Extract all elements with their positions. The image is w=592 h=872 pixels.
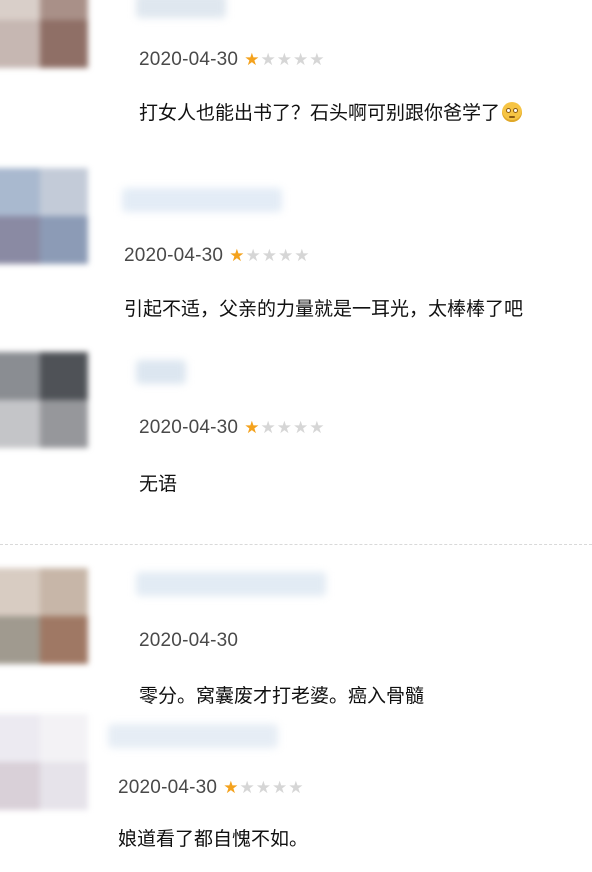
star-filled-icon: ★: [244, 49, 260, 70]
comment-date: 2020-04-30: [139, 630, 239, 651]
star-empty-icon: ★: [309, 417, 325, 438]
comment-meta: 2020-04-30 ★ ★ ★ ★ ★: [124, 243, 310, 269]
username[interactable]: [108, 724, 278, 748]
star-empty-icon: ★: [292, 49, 309, 70]
comment-meta: 2020-04-30: [139, 628, 244, 654]
star-empty-icon: ★: [245, 245, 261, 266]
face-with-rolling-eyes-icon: [502, 102, 523, 122]
star-empty-icon: ★: [255, 777, 271, 798]
star-empty-icon: ★: [288, 777, 304, 798]
star-rating: ★ ★ ★ ★ ★: [229, 245, 310, 266]
avatar[interactable]: [0, 0, 88, 68]
comment-meta: 2020-04-30 ★ ★ ★ ★ ★: [139, 415, 325, 441]
star-empty-icon: ★: [260, 417, 276, 438]
star-rating: ★ ★ ★ ★ ★: [244, 417, 325, 438]
star-empty-icon: ★: [276, 49, 292, 70]
username[interactable]: [122, 188, 282, 212]
section-divider: [0, 544, 592, 545]
star-empty-icon: ★: [261, 245, 277, 266]
star-empty-icon: ★: [309, 49, 325, 70]
star-rating: ★ ★ ★ ★ ★: [223, 777, 304, 798]
comment-meta: 2020-04-30 ★ ★ ★ ★ ★: [118, 775, 304, 801]
username[interactable]: [136, 572, 326, 596]
star-empty-icon: ★: [239, 777, 255, 798]
avatar[interactable]: [0, 352, 88, 448]
star-empty-icon: ★: [277, 245, 294, 266]
star-rating: ★ ★ ★ ★ ★: [244, 49, 325, 70]
comment-text: 无语: [139, 473, 178, 495]
comment-date: 2020-04-30: [139, 417, 239, 438]
star-empty-icon: ★: [294, 245, 310, 266]
comment-text: 打女人也能出书了？石头啊可别跟你爸学了: [139, 102, 501, 124]
star-filled-icon: ★: [229, 245, 245, 266]
avatar[interactable]: [0, 168, 88, 264]
username[interactable]: [136, 0, 226, 18]
comment-text-row: 打女人也能出书了？石头啊可别跟你爸学了: [139, 100, 523, 126]
star-empty-icon: ★: [276, 417, 292, 438]
star-empty-icon: ★: [260, 49, 276, 70]
avatar[interactable]: [0, 714, 88, 810]
star-empty-icon: ★: [292, 417, 309, 438]
comment-date: 2020-04-30: [139, 49, 239, 70]
star-filled-icon: ★: [223, 777, 239, 798]
comment-meta: 2020-04-30 ★ ★ ★ ★ ★: [139, 47, 325, 73]
star-filled-icon: ★: [244, 417, 260, 438]
comment-date: 2020-04-30: [124, 245, 224, 266]
avatar[interactable]: [0, 568, 88, 664]
comment-text: 零分。窝囊废才打老婆。癌入骨髓: [139, 685, 425, 707]
comment-date: 2020-04-30: [118, 777, 218, 798]
star-empty-icon: ★: [271, 777, 288, 798]
username[interactable]: [136, 360, 186, 384]
comment-text: 娘道看了都自愧不如。: [118, 828, 309, 850]
comment-text: 引起不适，父亲的力量就是一耳光，太棒棒了吧: [124, 298, 524, 320]
